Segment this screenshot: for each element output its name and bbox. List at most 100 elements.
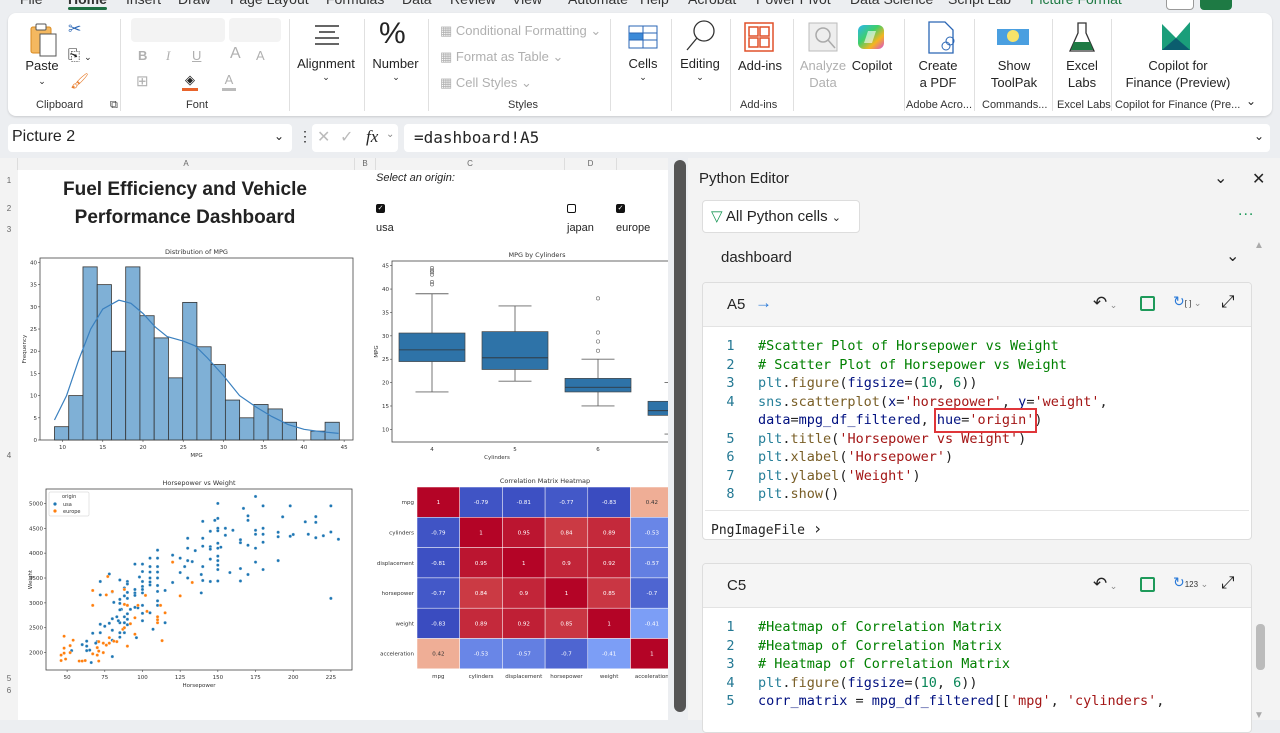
cut-icon[interactable]: ✂ [68, 21, 81, 38]
panel-collapse-icon[interactable]: ⌄ [1214, 168, 1227, 188]
create-pdf-icon[interactable] [926, 21, 956, 55]
editing-mode-button[interactable] [1200, 0, 1232, 10]
excel-labs-button[interactable]: Excel Labs [1060, 57, 1104, 91]
cell-output[interactable]: PngImageFile › [705, 509, 1249, 540]
grow-font-button[interactable]: A [230, 45, 241, 62]
italic-button[interactable]: I [166, 47, 170, 64]
column-header-d[interactable]: D [565, 158, 617, 170]
tab-acrobat[interactable]: Acrobat [688, 0, 736, 7]
addins-icon[interactable] [744, 22, 774, 52]
cell-reference[interactable]: C5 [727, 577, 746, 594]
code-editor[interactable]: 1 #Heatmap of Correlation Matrix 2 #Heatmap… [703, 608, 1251, 711]
row-header-1[interactable]: 1 [0, 176, 18, 185]
tab-insert[interactable]: Insert [126, 0, 161, 7]
histogram-chart[interactable]: Distribution of MPG MPG Frequency 10 15 20 25 3… [18, 244, 360, 460]
checkbox-europe[interactable]: ✓ [616, 204, 625, 213]
show-toolpak-button[interactable]: Show ToolPak [986, 57, 1042, 91]
name-box[interactable]: Picture 2 ⌄ [8, 124, 292, 152]
output-type-icon[interactable]: ↻[ ] ⌄ [1173, 293, 1201, 310]
format-painter-icon[interactable]: 🖌 [70, 73, 89, 90]
tab-data[interactable]: Data [402, 0, 432, 7]
alignment-icon[interactable] [313, 23, 341, 47]
cell-reference[interactable]: A5 [727, 296, 745, 313]
borders-icon[interactable]: ⊞ [136, 73, 149, 90]
paste-chevron-icon[interactable]: ⌄ [32, 73, 52, 90]
expand-icon[interactable]: ⤢ [1221, 573, 1235, 593]
more-options-icon[interactable]: ⋮ [298, 128, 312, 145]
insert-function-icon[interactable]: fx [366, 127, 378, 147]
code-editor[interactable]: 1 #Scatter Plot of Horsepower vs Weight 2 #… [703, 327, 1251, 504]
save-icon[interactable] [1140, 577, 1155, 592]
expand-icon[interactable]: ⤢ [1221, 292, 1235, 312]
copilot-button[interactable]: Copilot [848, 57, 896, 74]
toolpak-icon[interactable] [996, 25, 1030, 49]
tab-draw[interactable]: Draw [178, 0, 211, 7]
row-header-5[interactable]: 5 [0, 674, 18, 683]
tab-view[interactable]: View [512, 0, 542, 7]
enter-icon[interactable]: ✓ [340, 127, 353, 147]
ribbon-collapse-icon[interactable]: ⌄ [1246, 93, 1256, 110]
checkbox-japan[interactable] [567, 204, 576, 213]
paste-button[interactable]: Paste [22, 57, 62, 74]
sheet-vertical-scrollbar[interactable] [674, 160, 686, 712]
number-icon[interactable]: % [379, 17, 406, 51]
row-header-3[interactable]: 3 [0, 225, 18, 234]
row-header-4[interactable]: 4 [0, 451, 18, 460]
filter-dropdown[interactable]: ▽ All Python cells ⌄ [702, 200, 860, 233]
undo-icon[interactable]: ↶ ⌄ [1093, 293, 1117, 313]
analyze-data-icon[interactable] [808, 22, 838, 52]
addins-button[interactable]: Add-ins [732, 57, 788, 74]
code-cell-a5[interactable]: A5 → ↶ ⌄ ↻[ ] ⌄ ⤢ 1 #Scatter Plot of Hors… [702, 282, 1252, 540]
tab-page-layout[interactable]: Page Layout [230, 0, 309, 7]
undo-icon[interactable]: ↶ ⌄ [1093, 574, 1117, 594]
paste-icon[interactable] [28, 22, 60, 58]
row-header-6[interactable]: 6 [0, 686, 18, 695]
font-name-dropdown[interactable] [131, 18, 225, 42]
save-icon[interactable] [1140, 296, 1155, 311]
editing-search-icon[interactable] [684, 19, 716, 53]
alignment-chevron-icon[interactable]: ⌄ [316, 69, 336, 86]
chevron-down-icon[interactable]: ⌄ [274, 129, 284, 143]
tab-picture-format[interactable]: Picture Format [1030, 0, 1122, 7]
column-header-b[interactable]: B [355, 158, 376, 170]
editing-chevron-icon[interactable]: ⌄ [690, 69, 710, 86]
share-button[interactable] [1166, 0, 1194, 10]
copilot-finance-button[interactable]: Copilot for Finance (Preview) [1118, 57, 1238, 91]
scatter-chart[interactable]: Horsepower vs WeightHorsepowerWeight50 75… [18, 470, 368, 692]
font-color-button[interactable]: A [222, 71, 236, 91]
cell-styles-button[interactable]: ▦ Cell Styles ⌄ [440, 74, 532, 91]
tab-review[interactable]: Review [450, 0, 496, 7]
cancel-icon[interactable]: ✕ [317, 127, 330, 147]
create-pdf-button[interactable]: Create a PDF [914, 57, 962, 91]
fx-chevron-icon[interactable]: ⌄ [386, 129, 394, 140]
fill-color-icon[interactable]: ◈ [182, 71, 198, 91]
tab-help[interactable]: Help [640, 0, 669, 7]
format-as-table-button[interactable]: ▦ Format as Table ⌄ [440, 48, 563, 65]
cells-icon[interactable] [628, 21, 658, 51]
tab-power-pivot[interactable]: Power Pivot [756, 0, 831, 7]
font-size-dropdown[interactable] [229, 18, 281, 42]
tab-file[interactable]: File [20, 0, 43, 7]
sheet-group-collapse-icon[interactable]: ⌄ [1226, 246, 1239, 266]
shrink-font-button[interactable]: A [256, 47, 265, 64]
column-header-c[interactable]: C [376, 158, 565, 170]
panel-scrollbar[interactable] [1256, 624, 1265, 670]
close-icon[interactable]: ✕ [1252, 169, 1265, 189]
panel-scroll-down-icon[interactable]: ▼ [1254, 710, 1264, 721]
tab-script-lab[interactable]: Script Lab [948, 0, 1011, 7]
worksheet[interactable]: A B C D 1 2 3 4 5 6 Fuel Efficiency and … [0, 158, 668, 720]
tab-home[interactable]: Home [68, 0, 107, 10]
expand-formula-icon[interactable]: ⌄ [1254, 129, 1264, 143]
row-header-2[interactable]: 2 [0, 204, 18, 213]
boxplot-chart[interactable]: MPG by CylindersMPG1015202530354045Cylin… [366, 248, 668, 464]
more-options-button[interactable]: ... [1238, 202, 1254, 220]
formula-input[interactable]: =dashboard!A5 ⌄ [404, 124, 1270, 152]
conditional-formatting-button[interactable]: ▦ Conditional Formatting ⌄ [440, 22, 601, 39]
underline-button[interactable]: U [192, 47, 201, 64]
code-cell-c5[interactable]: C5 ↶ ⌄ ↻123 ⌄ ⤢ 1 #Heatmap of Correlation… [702, 563, 1252, 733]
heatmap-chart[interactable]: Correlation Matrix Heatmap 1 -0.79 -0.81 -0.… [366, 474, 668, 694]
tab-automate[interactable]: Automate [568, 0, 628, 7]
bold-button[interactable]: B [138, 47, 147, 64]
copy-icon[interactable]: ⎘ ⌄ [68, 47, 92, 66]
panel-scroll-up-icon[interactable]: ▲ [1254, 240, 1264, 251]
